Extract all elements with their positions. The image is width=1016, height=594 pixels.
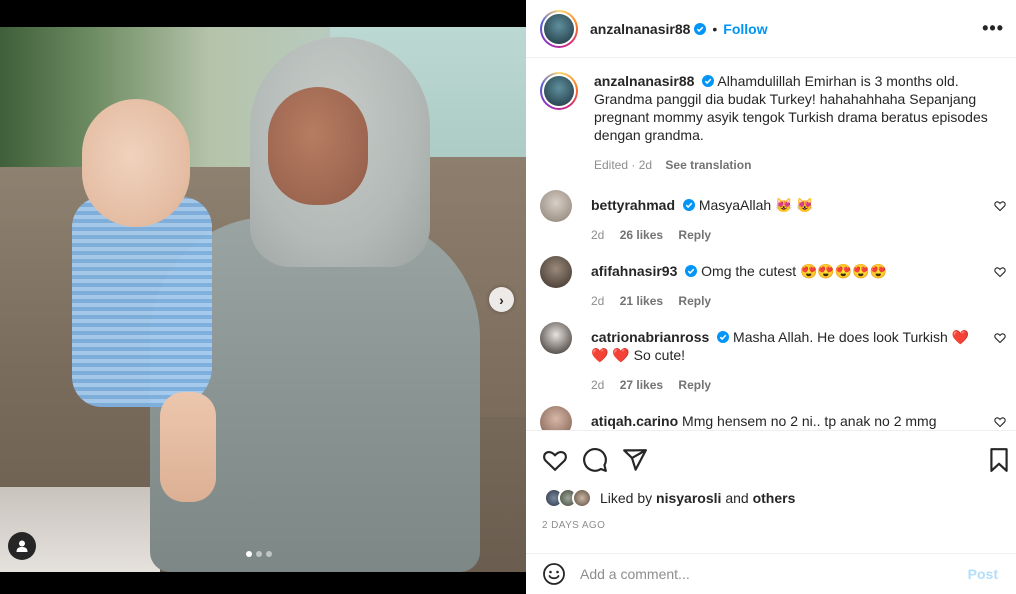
heart-icon[interactable]	[994, 332, 1006, 344]
smiley-icon[interactable]	[542, 562, 566, 586]
verified-badge-icon	[682, 199, 695, 211]
add-comment-bar: Add a comment... Post	[526, 553, 1016, 594]
comment-username[interactable]: afifahnasir93	[591, 263, 677, 279]
comment-text: Omg the cutest 😍😍😍😍😍	[701, 263, 888, 279]
carousel-dot	[266, 551, 272, 557]
verified-badge-icon	[694, 22, 707, 35]
photo-baby-leg	[160, 392, 216, 502]
comment-username[interactable]: catrionabrianross	[591, 329, 709, 345]
liked-by-others[interactable]: others	[753, 490, 796, 506]
header-separator: •	[712, 20, 718, 37]
reply-button[interactable]: Reply	[678, 294, 711, 308]
comment-icon[interactable]	[582, 447, 608, 473]
carousel-dot	[256, 551, 262, 557]
verified-badge-icon	[717, 331, 730, 343]
post-photo[interactable]	[0, 27, 526, 572]
caption-username[interactable]: anzalnanasir88	[594, 73, 694, 89]
reply-button[interactable]: Reply	[678, 378, 711, 392]
comment-item: catrionabrianross Masha Allah. He does l…	[540, 322, 1010, 394]
liked-by-and: and	[725, 490, 749, 506]
heart-icon[interactable]	[994, 416, 1006, 428]
verified-badge-icon	[685, 265, 698, 277]
heart-icon[interactable]	[542, 447, 568, 473]
avatar[interactable]	[540, 9, 578, 48]
heart-icon[interactable]	[994, 266, 1006, 278]
author-username[interactable]: anzalnanasir88	[590, 21, 690, 37]
comment-time: 2d	[591, 228, 605, 242]
carousel-dot	[246, 551, 252, 557]
caption-avatar[interactable]	[540, 72, 578, 110]
comment-username[interactable]: bettyrahmad	[591, 197, 675, 213]
carousel-indicator	[246, 551, 272, 557]
comment-time: 2d	[591, 378, 605, 392]
verified-badge-icon	[702, 75, 715, 87]
carousel-next-button[interactable]: ›	[489, 287, 514, 312]
caption-edited-time: Edited · 2d	[594, 158, 653, 172]
chevron-right-icon: ›	[499, 291, 504, 308]
post-date[interactable]: 2 DAYS AGO	[542, 520, 605, 531]
comment-avatar[interactable]	[540, 406, 572, 430]
comment-likes[interactable]: 27 likes	[620, 378, 663, 392]
user-icon	[16, 540, 28, 552]
comment-item: bettyrahmad MasyaAllah 😻 😻 2d 26 likes R…	[540, 190, 1010, 244]
comment-item: atiqah.carino Mmg hensem no 2 ni.. tp an…	[540, 406, 1010, 430]
comment-likes[interactable]: 21 likes	[620, 294, 663, 308]
comment-input[interactable]: Add a comment...	[580, 566, 968, 582]
comment-text: MasyaAllah 😻 😻	[698, 197, 814, 213]
comment-time: 2d	[591, 294, 605, 308]
bookmark-icon[interactable]	[986, 447, 1012, 473]
reply-button[interactable]: Reply	[678, 228, 711, 242]
follow-button[interactable]: Follow	[723, 21, 767, 37]
comment-avatar[interactable]	[540, 322, 572, 354]
post-comment-button[interactable]: Post	[968, 566, 998, 582]
comment-username[interactable]: atiqah.carino	[591, 413, 678, 429]
post-header: anzalnanasir88 • Follow •••	[526, 0, 1016, 58]
post-media-area: ›	[0, 0, 526, 594]
heart-icon[interactable]	[994, 200, 1006, 212]
comment-avatar[interactable]	[540, 190, 572, 222]
photo-baby-head	[82, 99, 190, 227]
liked-by-prefix: Liked by	[600, 490, 653, 506]
post-caption: anzalnanasir88 Alhamdulillah Emirhan is …	[540, 72, 1010, 174]
liked-by-user[interactable]: nisyarosli	[656, 490, 721, 506]
comment-likes[interactable]: 26 likes	[620, 228, 663, 242]
liker-avatar	[572, 488, 592, 508]
photo-grandma-face	[268, 87, 368, 205]
send-icon[interactable]	[622, 447, 648, 473]
comment-item: afifahnasir93 Omg the cutest 😍😍😍😍😍 2d 21…	[540, 256, 1010, 310]
comments-list[interactable]: anzalnanasir88 Alhamdulillah Emirhan is …	[526, 58, 1016, 430]
comment-avatar[interactable]	[540, 256, 572, 288]
tagged-users-button[interactable]	[8, 532, 36, 560]
post-side-panel: anzalnanasir88 • Follow ••• anzalnanasir…	[526, 0, 1016, 594]
likes-summary: Liked by nisyarosli and others	[544, 488, 795, 508]
see-translation-link[interactable]: See translation	[665, 158, 751, 172]
action-bar	[526, 430, 1016, 486]
photo-baby-outfit	[72, 197, 212, 407]
more-options-icon[interactable]: •••	[982, 18, 1004, 39]
